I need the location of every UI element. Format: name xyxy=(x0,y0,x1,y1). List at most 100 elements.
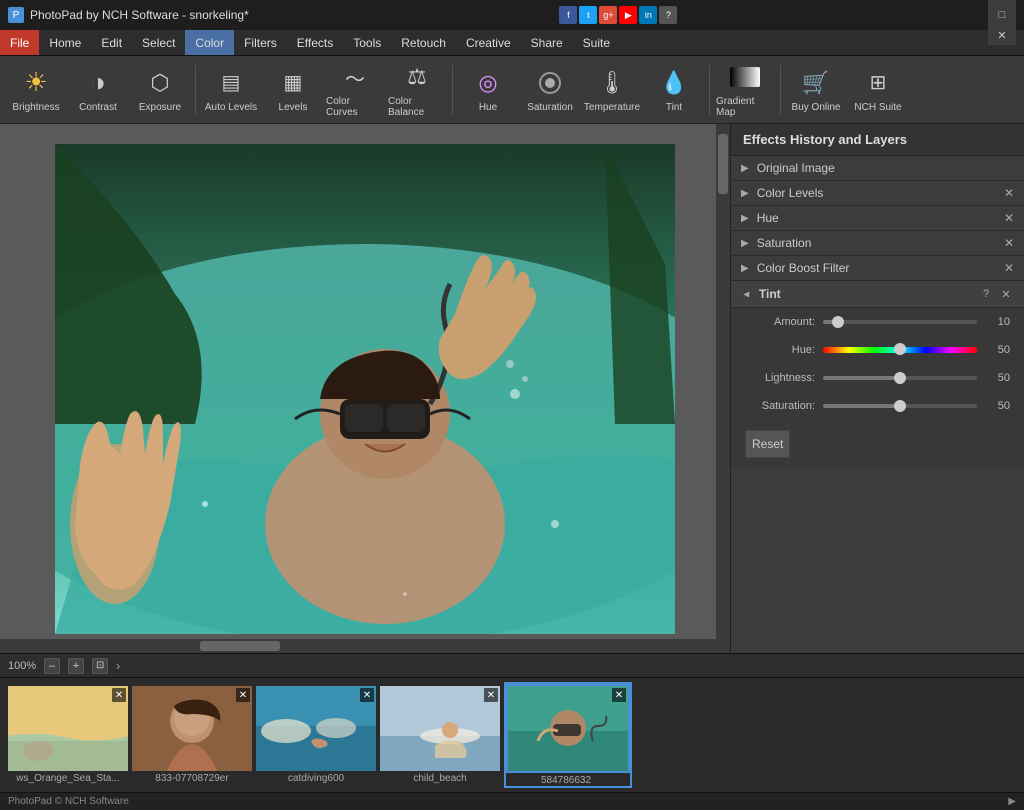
tint-close-icon[interactable]: ✕ xyxy=(998,286,1014,302)
menu-home[interactable]: Home xyxy=(39,30,91,55)
thumb-close-1[interactable]: ✕ xyxy=(236,688,250,702)
lightness-slider-row: Lightness: 50 xyxy=(731,364,1024,392)
tool-colorbalance[interactable]: ⚖ Color Balance xyxy=(387,61,447,119)
hue-slider-thumb[interactable] xyxy=(894,343,906,355)
titlebar-left: P PhotoPad by NCH Software - snorkeling* xyxy=(8,7,249,23)
thumb-image-4 xyxy=(508,686,628,771)
tool-exposure[interactable]: ⬡ Exposure xyxy=(130,61,190,119)
close-effect-button[interactable]: ✕ xyxy=(1004,261,1014,275)
thumb-svg-1 xyxy=(132,686,252,771)
contrast-icon: ◑ xyxy=(82,67,114,99)
menu-tools[interactable]: Tools xyxy=(343,30,391,55)
menu-file[interactable]: File xyxy=(0,30,39,55)
tint-help-icon[interactable]: ? xyxy=(978,286,994,302)
amount-slider-thumb[interactable] xyxy=(832,316,844,328)
thumb-item-2[interactable]: ✕ catdiving600 xyxy=(256,686,376,784)
thumb-item-3[interactable]: ✕ child_beach xyxy=(380,686,500,784)
effect-label: Color Boost Filter xyxy=(757,261,1004,275)
thumb-wrapper-4: ✕ xyxy=(506,684,630,773)
hue-slider-row: Hue: 50 xyxy=(731,336,1024,364)
arrow-icon: ▶ xyxy=(741,263,749,274)
close-effect-button[interactable]: ✕ xyxy=(1004,236,1014,250)
close-button[interactable]: ✕ xyxy=(988,25,1016,45)
menu-retouch[interactable]: Retouch xyxy=(391,30,456,55)
tool-brightness[interactable]: ☀ Brightness xyxy=(6,61,66,119)
thumb-item-0[interactable]: ✕ ws_Orange_Sea_Sta... xyxy=(8,686,128,784)
thumb-svg-0 xyxy=(8,686,128,771)
separator-4 xyxy=(780,65,781,115)
effect-original-image[interactable]: ▶ Original Image xyxy=(731,156,1024,181)
tint-header[interactable]: ▼ Tint ? ✕ xyxy=(731,281,1024,308)
tint-section: ▼ Tint ? ✕ Amount: 10 Hue: xyxy=(731,281,1024,468)
tool-hue[interactable]: ◎ Hue xyxy=(458,61,518,119)
tool-temperature[interactable]: 🌡 Temperature xyxy=(582,61,642,119)
effect-color-boost[interactable]: ▶ Color Boost Filter ✕ xyxy=(731,256,1024,281)
tool-levels[interactable]: ▦ Levels xyxy=(263,61,323,119)
zoom-out-button[interactable]: – xyxy=(44,658,60,674)
tool-colorcurves[interactable]: 〜 Color Curves xyxy=(325,61,385,119)
tool-tint[interactable]: 💧 Tint xyxy=(644,61,704,119)
close-effect-button[interactable]: ✕ xyxy=(1004,211,1014,225)
effect-saturation[interactable]: ▶ Saturation ✕ xyxy=(731,231,1024,256)
menu-select[interactable]: Select xyxy=(132,30,185,55)
tool-buyonline[interactable]: 🛒 Buy Online xyxy=(786,61,846,119)
tool-colorcurves-label: Color Curves xyxy=(326,96,384,118)
tool-autolevels-label: Auto Levels xyxy=(205,102,257,113)
scroll-thumb-v[interactable] xyxy=(718,134,728,194)
tool-autolevels[interactable]: ▤ Auto Levels xyxy=(201,61,261,119)
saturation-slider-thumb[interactable] xyxy=(894,400,906,412)
separator-3 xyxy=(709,65,710,115)
saturation-value: 50 xyxy=(985,400,1010,412)
close-effect-button[interactable]: ✕ xyxy=(1004,186,1014,200)
colorbalance-icon: ⚖ xyxy=(401,62,433,93)
thumb-close-4[interactable]: ✕ xyxy=(612,688,626,702)
scrollbar-horizontal[interactable] xyxy=(0,639,716,653)
menu-filters[interactable]: Filters xyxy=(234,30,287,55)
scrollbar-vertical[interactable] xyxy=(716,124,730,653)
amount-slider-track[interactable] xyxy=(823,320,977,324)
tool-gradientmap[interactable]: Gradient Map xyxy=(715,61,775,119)
nav-arrow-right[interactable]: › xyxy=(116,659,120,673)
effect-color-levels[interactable]: ▶ Color Levels ✕ xyxy=(731,181,1024,206)
help-icon[interactable]: ? xyxy=(659,6,677,24)
separator-2 xyxy=(452,65,453,115)
linkedin-icon: in xyxy=(639,6,657,24)
fit-button[interactable]: ⊡ xyxy=(92,658,108,674)
tool-colorbalance-label: Color Balance xyxy=(388,96,446,118)
thumb-item-4[interactable]: ✕ 584786632 xyxy=(504,682,632,788)
tool-nchsuite-label: NCH Suite xyxy=(854,102,901,113)
thumb-svg-3 xyxy=(380,686,500,771)
tool-saturation[interactable]: Saturation xyxy=(520,61,580,119)
tool-contrast-label: Contrast xyxy=(79,102,117,113)
tool-nchsuite[interactable]: ⊞ NCH Suite xyxy=(848,61,908,119)
menu-edit[interactable]: Edit xyxy=(91,30,132,55)
app-icon: P xyxy=(8,7,24,23)
thumb-label-3: child_beach xyxy=(380,771,500,784)
lightness-slider-thumb[interactable] xyxy=(894,372,906,384)
menu-effects[interactable]: Effects xyxy=(287,30,343,55)
reset-button[interactable]: Reset xyxy=(745,430,790,458)
maximize-button[interactable]: □ xyxy=(988,5,1016,25)
effect-hue[interactable]: ▶ Hue ✕ xyxy=(731,206,1024,231)
scroll-thumb-h[interactable] xyxy=(200,641,280,651)
menu-share[interactable]: Share xyxy=(521,30,573,55)
thumb-label-2: catdiving600 xyxy=(256,771,376,784)
thumb-close-2[interactable]: ✕ xyxy=(360,688,374,702)
menu-color[interactable]: Color xyxy=(185,30,234,55)
thumb-wrapper-0: ✕ xyxy=(8,686,128,771)
hue-slider-track[interactable] xyxy=(823,347,977,353)
thumb-close-3[interactable]: ✕ xyxy=(484,688,498,702)
saturation-slider-track[interactable] xyxy=(823,404,977,408)
menu-suite[interactable]: Suite xyxy=(573,30,620,55)
thumb-item-1[interactable]: ✕ 833-07708729er xyxy=(132,686,252,784)
youtube-icon: ▶ xyxy=(619,6,637,24)
tool-hue-label: Hue xyxy=(479,102,497,113)
amount-slider-row: Amount: 10 xyxy=(731,308,1024,336)
lightness-slider-track[interactable] xyxy=(823,376,977,380)
image-svg xyxy=(55,144,675,634)
tool-contrast[interactable]: ◑ Contrast xyxy=(68,61,128,119)
autolevels-icon: ▤ xyxy=(215,67,247,99)
zoom-in-button[interactable]: + xyxy=(68,658,84,674)
thumb-close-0[interactable]: ✕ xyxy=(112,688,126,702)
menu-creative[interactable]: Creative xyxy=(456,30,521,55)
